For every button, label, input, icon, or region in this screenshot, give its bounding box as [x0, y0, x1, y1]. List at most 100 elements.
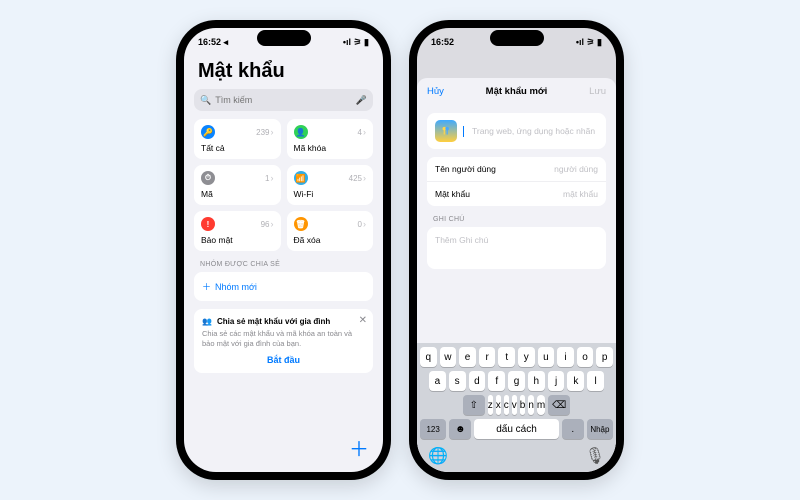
enter-key[interactable]: Nhập — [587, 419, 613, 439]
space-key[interactable]: dấu cách — [474, 419, 558, 439]
emoji-key[interactable]: ☻ — [449, 419, 471, 439]
people-icon: 👥 — [202, 317, 212, 326]
status-time: 16:52 ◂ — [198, 37, 228, 48]
site-field[interactable]: Trang web, ứng dụng hoặc nhãn — [427, 113, 606, 149]
plus-icon: ＋ — [202, 280, 211, 293]
key-w[interactable]: w — [440, 347, 457, 367]
status-indicators: •ıl ⚞ ▮ — [576, 37, 602, 48]
key-o[interactable]: o — [577, 347, 594, 367]
sheet-title: Mật khẩu mới — [486, 86, 548, 97]
tile-bảo-mật[interactable]: ! 96 › Bảo mật — [194, 211, 281, 251]
notch — [257, 30, 311, 46]
search-input[interactable] — [215, 95, 352, 105]
key-e[interactable]: e — [459, 347, 476, 367]
screen-left: 16:52 ◂ •ıl ⚞ ▮ Mật khẩu 🔍 🎤 🔑239 ›Tất c… — [184, 28, 383, 472]
mic-icon[interactable]: 🎤 — [356, 95, 367, 106]
new-group-label: Nhóm mới — [215, 282, 257, 292]
text-cursor — [463, 126, 464, 137]
tile-tất-cả[interactable]: 🔑239 ›Tất cả — [194, 119, 281, 159]
tile-label: Tất cả — [201, 143, 274, 153]
username-placeholder: người dùng — [554, 164, 598, 174]
page-title: Mật khẩu — [198, 60, 369, 83]
tile-count: 425 › — [349, 173, 366, 183]
family-desc: Chia sẻ các mật khẩu và mã khóa an toàn … — [202, 329, 365, 349]
cancel-button[interactable]: Hủy — [427, 86, 444, 97]
password-label: Mật khẩu — [435, 189, 470, 199]
add-button[interactable]: ＋ — [349, 433, 369, 462]
notes-header: GHI CHÚ — [433, 216, 600, 223]
search-icon: 🔍 — [200, 95, 211, 106]
tile-label: Mã — [201, 189, 274, 199]
key-m[interactable]: m — [537, 395, 545, 415]
globe-key[interactable]: 🌐 — [428, 446, 448, 466]
tile-count: 1 › — [265, 173, 273, 183]
key-h[interactable]: h — [528, 371, 545, 391]
close-icon[interactable]: ✕ — [359, 315, 367, 326]
new-group-row[interactable]: ＋ Nhóm mới — [194, 272, 373, 301]
key-a[interactable]: a — [429, 371, 446, 391]
username-label: Tên người dùng — [435, 164, 496, 174]
tile-đã-xóa[interactable]: 🗑 0 › Đã xóa — [287, 211, 374, 251]
key-d[interactable]: d — [469, 371, 486, 391]
tile-label: Bảo mật — [201, 235, 274, 245]
dot-key[interactable]: . — [562, 419, 584, 439]
status-indicators: •ıl ⚞ ▮ — [343, 37, 369, 48]
tile-count: 96 › — [261, 219, 274, 229]
key-i[interactable]: i — [557, 347, 574, 367]
screen-right: 16:52 •ıl ⚞ ▮ Hủy Mật khẩu mới Lưu — [417, 28, 616, 472]
key-y[interactable]: y — [518, 347, 535, 367]
shift-key[interactable]: ⇧ — [463, 395, 485, 415]
tile-count: 239 › — [256, 127, 273, 137]
key-r[interactable]: r — [479, 347, 496, 367]
key-z[interactable]: z — [488, 395, 493, 415]
key-u[interactable]: u — [538, 347, 555, 367]
key-p[interactable]: p — [596, 347, 613, 367]
tile-mã-khóa[interactable]: 👤 4 › Mã khóa — [287, 119, 374, 159]
tile-label: Đã xóa — [294, 235, 367, 245]
family-promo-card: ✕ 👥 Chia sẻ mật khẩu với gia đình Chia sẻ… — [194, 309, 373, 373]
username-field[interactable]: Tên người dùng người dùng — [427, 157, 606, 182]
status-time: 16:52 — [431, 37, 454, 47]
key-k[interactable]: k — [567, 371, 584, 391]
password-field[interactable]: Mật khẩu mật khẩu — [427, 182, 606, 206]
new-password-sheet: Hủy Mật khẩu mới Lưu Trang web, ứng dụng… — [417, 78, 616, 472]
password-placeholder: mật khẩu — [563, 189, 598, 199]
key-t[interactable]: t — [498, 347, 515, 367]
dictation-key[interactable]: 🎙 — [585, 446, 605, 466]
save-button[interactable]: Lưu — [589, 86, 606, 97]
key-x[interactable]: x — [496, 395, 501, 415]
tile-count: 0 › — [358, 219, 366, 229]
tile-icon: 🗑 — [294, 217, 308, 231]
family-title: Chia sẻ mật khẩu với gia đình — [217, 317, 330, 326]
phone-left: 16:52 ◂ •ıl ⚞ ▮ Mật khẩu 🔍 🎤 🔑239 ›Tất c… — [176, 20, 391, 480]
tile-icon: ⏱ — [201, 171, 215, 185]
tile-icon: 👤 — [294, 125, 308, 139]
numbers-key[interactable]: 123 — [420, 419, 446, 439]
key-g[interactable]: g — [508, 371, 525, 391]
family-start-button[interactable]: Bắt đầu — [202, 355, 365, 365]
tile-wi-fi[interactable]: 📶425 ›Wi-Fi — [287, 165, 374, 205]
keyboard: qwertyuiop asdfghjkl ⇧ zxcvbnm ⌫ 123 ☻ d… — [417, 343, 616, 472]
site-placeholder: Trang web, ứng dụng hoặc nhãn — [472, 126, 595, 136]
key-l[interactable]: l — [587, 371, 604, 391]
key-n[interactable]: n — [528, 395, 534, 415]
tile-icon: ! — [201, 217, 215, 231]
key-q[interactable]: q — [420, 347, 437, 367]
passwords-app-icon — [435, 120, 457, 142]
tile-label: Mã khóa — [294, 143, 367, 153]
key-f[interactable]: f — [488, 371, 505, 391]
key-v[interactable]: v — [512, 395, 517, 415]
backspace-key[interactable]: ⌫ — [548, 395, 570, 415]
key-c[interactable]: c — [504, 395, 509, 415]
shared-groups-header: NHÓM ĐƯỢC CHIA SẺ — [200, 261, 367, 268]
key-j[interactable]: j — [548, 371, 565, 391]
notes-field[interactable]: Thêm Ghi chú — [427, 227, 606, 269]
tile-label: Wi-Fi — [294, 189, 367, 199]
key-s[interactable]: s — [449, 371, 466, 391]
search-field[interactable]: 🔍 🎤 — [194, 89, 373, 111]
key-b[interactable]: b — [520, 395, 526, 415]
phone-right: 16:52 •ıl ⚞ ▮ Hủy Mật khẩu mới Lưu — [409, 20, 624, 480]
tile-count: 4 › — [358, 127, 366, 137]
tile-mã[interactable]: ⏱ 1 › Mã — [194, 165, 281, 205]
notch — [490, 30, 544, 46]
